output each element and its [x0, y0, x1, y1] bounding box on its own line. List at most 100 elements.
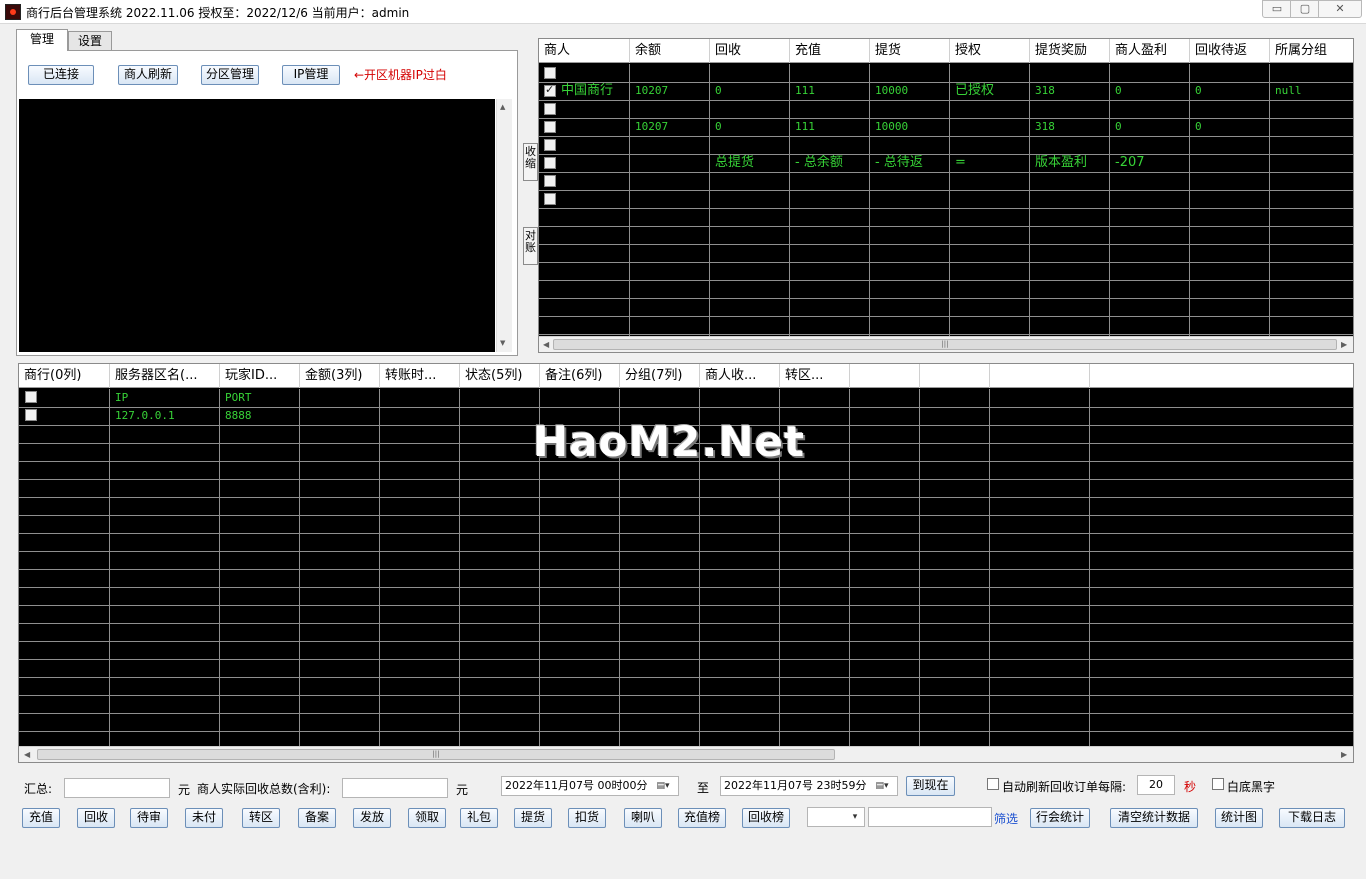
- column-header[interactable]: 商人盈利: [1110, 39, 1190, 63]
- collapse-button[interactable]: 收缩: [523, 143, 538, 181]
- arrow-left-icon[interactable]: ◀: [543, 340, 549, 349]
- row-checkbox[interactable]: [544, 157, 556, 169]
- minimize-button[interactable]: ▭: [1262, 0, 1292, 18]
- column-header[interactable]: 备注(6列): [540, 364, 620, 388]
- column-header[interactable]: 余额: [630, 39, 710, 63]
- calendar-icon[interactable]: ▤▾: [652, 779, 674, 793]
- column-header[interactable]: 转区...: [780, 364, 850, 388]
- column-header[interactable]: 提货奖励: [1030, 39, 1110, 63]
- to-label: 至: [697, 781, 710, 795]
- column-header[interactable]: 回收待返: [1190, 39, 1270, 63]
- issue-button[interactable]: 发放: [353, 808, 391, 828]
- reconcile-button[interactable]: 对账: [523, 227, 538, 265]
- pending-review-button[interactable]: 待审: [130, 808, 168, 828]
- row-checkbox[interactable]: [544, 83, 556, 97]
- column-header[interactable]: 转账时...: [380, 364, 460, 388]
- column-header[interactable]: [990, 364, 1090, 388]
- stats-chart-button[interactable]: 统计图: [1215, 808, 1263, 828]
- row-checkbox[interactable]: [544, 139, 556, 151]
- ip-manage-button[interactable]: IP管理: [282, 65, 340, 85]
- merchant-grid-hscrollbar[interactable]: ◀ ||| ▶: [539, 336, 1353, 352]
- arrow-down-icon[interactable]: ▼: [500, 339, 505, 347]
- chevron-down-icon[interactable]: ▾: [848, 810, 862, 824]
- tab-manage[interactable]: 管理: [16, 29, 68, 51]
- recycle-button[interactable]: 回收: [77, 808, 115, 828]
- recharge-rank-button[interactable]: 充值榜: [678, 808, 726, 828]
- column-header[interactable]: 商人: [539, 39, 630, 63]
- merchant-refresh-button[interactable]: 商人刷新: [118, 65, 178, 85]
- table-cell: 0: [1115, 84, 1122, 97]
- column-header[interactable]: 所属分组: [1270, 39, 1353, 63]
- column-header[interactable]: 分组(7列): [620, 364, 700, 388]
- filter-select[interactable]: ▾: [807, 807, 865, 827]
- summary-field[interactable]: [64, 778, 170, 798]
- grid-line: [19, 605, 1353, 606]
- column-header[interactable]: [920, 364, 990, 388]
- filter-label[interactable]: 筛选: [994, 810, 1018, 827]
- actual-recycle-field[interactable]: [342, 778, 448, 798]
- row-checkbox[interactable]: [25, 409, 37, 421]
- column-header[interactable]: 充值: [790, 39, 870, 63]
- table-cell: - 总待返: [875, 155, 923, 170]
- close-button[interactable]: ✕: [1318, 0, 1362, 18]
- column-header[interactable]: 回收: [710, 39, 790, 63]
- column-header[interactable]: [850, 364, 920, 388]
- table-cell: 已授权: [955, 83, 995, 98]
- deduct-button[interactable]: 扣货: [568, 808, 606, 828]
- zone-manage-button[interactable]: 分区管理: [201, 65, 259, 85]
- column-header[interactable]: 商行(0列): [19, 364, 110, 388]
- scroll-thumb[interactable]: |||: [37, 749, 835, 760]
- row-checkbox[interactable]: [25, 391, 37, 403]
- connected-button[interactable]: 已连接: [28, 65, 94, 85]
- arrow-up-icon[interactable]: ▲: [500, 103, 505, 111]
- grid-line: [19, 659, 1353, 660]
- column-header[interactable]: 服务器区名(...: [110, 364, 220, 388]
- transfer-grid-hscrollbar[interactable]: ◀ ||| ▶: [19, 746, 1353, 762]
- arrow-left-icon[interactable]: ◀: [24, 750, 30, 759]
- unpaid-button[interactable]: 未付: [185, 808, 223, 828]
- clear-stats-button[interactable]: 清空统计数据: [1110, 808, 1198, 828]
- arrow-right-icon[interactable]: ▶: [1341, 340, 1347, 349]
- maximize-button[interactable]: ▢: [1290, 0, 1320, 18]
- column-header[interactable]: 授权: [950, 39, 1030, 63]
- recycle-rank-button[interactable]: 回收榜: [742, 808, 790, 828]
- claim-button[interactable]: 领取: [408, 808, 446, 828]
- broadcast-button[interactable]: 喇叭: [624, 808, 662, 828]
- auto-refresh-checkbox[interactable]: [987, 778, 999, 790]
- grid-line: [539, 244, 1353, 245]
- column-header[interactable]: 状态(5列): [460, 364, 540, 388]
- row-checkbox[interactable]: [544, 175, 556, 187]
- merchant-grid[interactable]: 商人余额回收充值提货授权提货奖励商人盈利回收待返所属分组 中国商行 10207 0 1…: [538, 38, 1354, 353]
- white-black-checkbox[interactable]: [1212, 778, 1224, 790]
- refresh-interval-input[interactable]: 20: [1137, 775, 1175, 795]
- record-button[interactable]: 备案: [298, 808, 336, 828]
- filter-input[interactable]: [868, 807, 992, 827]
- transfer-zone-button[interactable]: 转区: [242, 808, 280, 828]
- arrow-right-icon[interactable]: ▶: [1341, 750, 1347, 759]
- date-to-picker[interactable]: 2022年11月07号 23时59分 ▤▾: [720, 776, 898, 796]
- calendar-icon[interactable]: ▤▾: [871, 779, 893, 793]
- column-header[interactable]: 金额(3列): [300, 364, 380, 388]
- transfer-grid[interactable]: 商行(0列) 服务器区名(... 玩家ID... 金额(3列) 转账时... 状态(5列)…: [18, 363, 1354, 763]
- title-bar: 商行后台管理系统 2022.11.06 授权至：2022/12/6 当前用户：a…: [0, 0, 1366, 24]
- table-cell: 127.0.0.1: [115, 409, 175, 422]
- gift-pack-button[interactable]: 礼包: [460, 808, 498, 828]
- row-checkbox[interactable]: [544, 193, 556, 205]
- row-checkbox[interactable]: [544, 67, 556, 79]
- column-header[interactable]: 商人收...: [700, 364, 780, 388]
- table-cell: IP: [115, 391, 129, 404]
- guild-stats-button[interactable]: 行会统计: [1030, 808, 1090, 828]
- grid-line: [539, 208, 1353, 209]
- row-checkbox[interactable]: [544, 103, 556, 115]
- download-log-button[interactable]: 下载日志: [1279, 808, 1345, 828]
- console-scrollbar[interactable]: ▲ ▼: [496, 99, 512, 352]
- tab-settings[interactable]: 设置: [68, 31, 112, 51]
- to-now-button[interactable]: 到现在: [906, 776, 955, 796]
- column-header[interactable]: 提货: [870, 39, 950, 63]
- recharge-button[interactable]: 充值: [22, 808, 60, 828]
- date-from-picker[interactable]: 2022年11月07号 00时00分 ▤▾: [501, 776, 679, 796]
- scroll-thumb[interactable]: |||: [553, 339, 1337, 350]
- column-header[interactable]: 玩家ID...: [220, 364, 300, 388]
- row-checkbox[interactable]: [544, 121, 556, 133]
- pickup-button[interactable]: 提货: [514, 808, 552, 828]
